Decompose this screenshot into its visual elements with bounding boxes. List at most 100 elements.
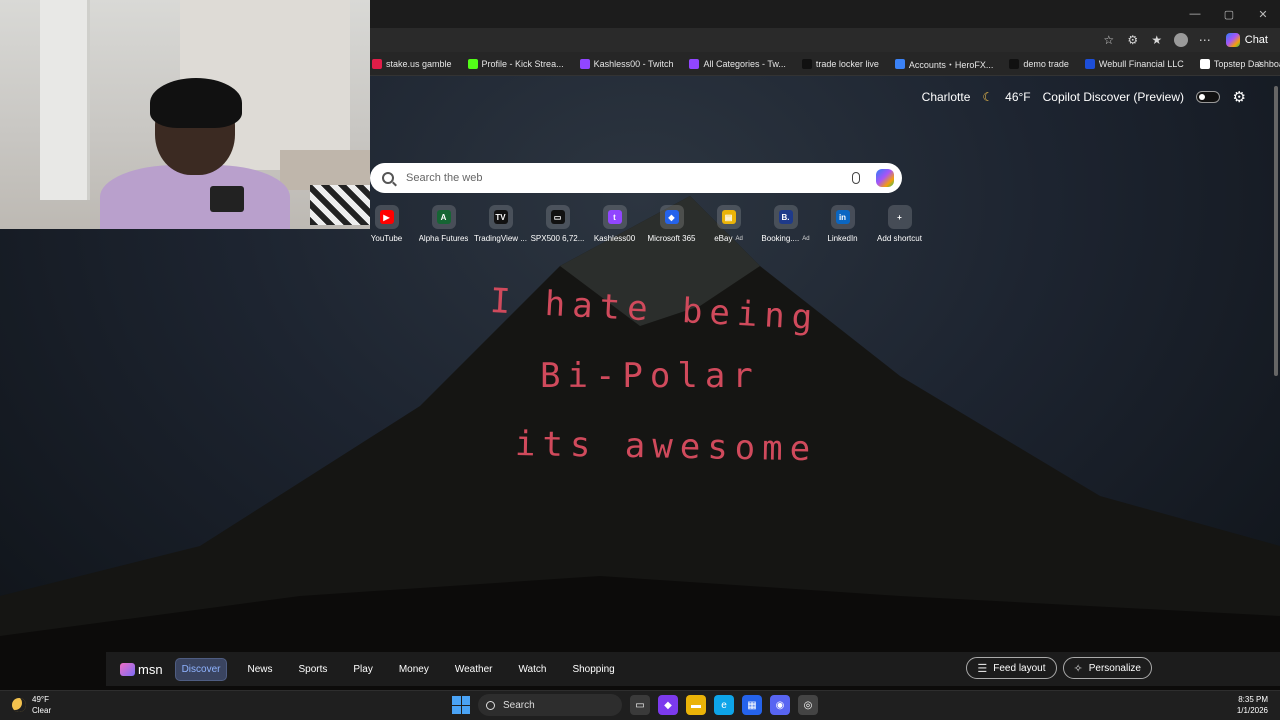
quick-link-favicon-icon: ▭ bbox=[550, 210, 565, 224]
feed-layout-button[interactable]: ☰ Feed layout bbox=[966, 657, 1057, 679]
taskbar-clock[interactable]: 8:35 PM 1/1/2026 bbox=[1237, 694, 1268, 716]
bookmark-label: demo trade bbox=[1023, 59, 1069, 69]
extensions-icon[interactable]: ⚙ bbox=[1126, 33, 1140, 47]
bookmark-item[interactable]: demo trade bbox=[1009, 59, 1069, 69]
taskbar-app-discord-icon[interactable]: ◉ bbox=[770, 695, 790, 715]
clock-time: 8:35 PM bbox=[1238, 695, 1268, 704]
bookmark-item[interactable]: stake.us gamble bbox=[372, 59, 452, 69]
handwriting-line: Bi-Polar bbox=[540, 356, 760, 396]
taskbar-app-copilot-icon[interactable]: ◆ bbox=[658, 695, 678, 715]
webcam-phone bbox=[210, 186, 244, 212]
quick-link-icon-tile: t bbox=[602, 205, 627, 229]
taskbar-app-store-icon[interactable]: ▦ bbox=[742, 695, 762, 715]
msn-nav-item[interactable]: Money bbox=[393, 659, 435, 680]
msn-nav-item[interactable]: Weather bbox=[449, 659, 499, 680]
quick-link-label: eBay bbox=[714, 234, 733, 243]
taskbar-app-chrome-icon[interactable]: ◎ bbox=[798, 695, 818, 715]
quick-link-tile[interactable]: A Alpha Futures bbox=[415, 205, 472, 243]
msn-nav-item[interactable]: Watch bbox=[512, 659, 552, 680]
moon-icon: ☾ bbox=[982, 90, 994, 104]
quick-link-icon-tile: ▤ bbox=[716, 205, 741, 229]
quick-link-favicon-icon: A bbox=[436, 210, 451, 224]
bookmark-favicon-icon bbox=[894, 59, 905, 69]
start-button[interactable] bbox=[452, 696, 470, 714]
taskbar-app-task-view-icon[interactable]: ▭ bbox=[630, 695, 650, 715]
msn-nav-item[interactable]: News bbox=[241, 659, 278, 680]
chat-label: Chat bbox=[1244, 34, 1268, 46]
quick-link-tile[interactable]: in LinkedIn bbox=[814, 205, 871, 243]
quick-link-label: TradingView ... bbox=[474, 234, 527, 243]
quick-link-tile[interactable]: t Kashless00 bbox=[586, 205, 643, 243]
more-options-icon[interactable]: ⋯ bbox=[1198, 33, 1212, 47]
quick-link-favicon-icon: TV bbox=[493, 210, 508, 224]
bookmark-item[interactable]: Kashless00 - Twitch bbox=[579, 59, 673, 69]
msn-logo[interactable]: msn bbox=[120, 662, 163, 677]
moon-icon bbox=[12, 698, 26, 712]
weather-widget[interactable]: Charlotte ☾ 46°F Copilot Discover (Previ… bbox=[922, 90, 1220, 104]
quick-link-label: SPX500 6,72... bbox=[530, 234, 585, 243]
favorites-icon[interactable]: ★ bbox=[1150, 33, 1164, 47]
bookmark-item[interactable]: Profile - Kick Strea... bbox=[467, 59, 564, 69]
personalize-button[interactable]: ✧ Personalize bbox=[1062, 657, 1152, 679]
quick-link-icon-tile: ▶ bbox=[374, 205, 399, 229]
quick-link-tile[interactable]: ▭ SPX500 6,72... bbox=[529, 205, 586, 243]
close-button[interactable]: ✕ bbox=[1246, 0, 1280, 28]
msn-nav-item[interactable]: Discover bbox=[174, 657, 228, 681]
ad-badge: Ad bbox=[802, 235, 810, 242]
webcam-shelf bbox=[280, 150, 370, 190]
profile-avatar-icon[interactable] bbox=[1173, 33, 1188, 47]
quick-link-label: Add shortcut bbox=[877, 234, 922, 243]
browser-toolbar: ☆ ⚙ ★ ⋯ Chat bbox=[1102, 28, 1272, 52]
quick-link-icon-tile: ▭ bbox=[545, 205, 570, 229]
webcam-blanket bbox=[310, 185, 370, 225]
bookmark-label: Webull Financial LLC bbox=[1098, 59, 1184, 69]
quick-link-tile[interactable]: ▤ eBay Ad bbox=[700, 205, 757, 243]
taskbar-weather-condition: Clear bbox=[32, 706, 52, 715]
quick-link-tile[interactable]: ◆ Microsoft 365 bbox=[643, 205, 700, 243]
minimize-button[interactable]: — bbox=[1178, 0, 1212, 28]
bookmarks-more-icon[interactable]: › bbox=[1258, 56, 1262, 70]
page-scrollbar[interactable] bbox=[1274, 86, 1278, 376]
msn-nav-item[interactable]: Sports bbox=[292, 659, 333, 680]
taskbar-weather[interactable]: 49°F Clear bbox=[12, 694, 51, 716]
maximize-button[interactable]: ▢ bbox=[1212, 0, 1246, 28]
bookmark-item[interactable]: trade locker live bbox=[801, 59, 879, 69]
bookmark-favicon-icon bbox=[579, 59, 590, 69]
quick-link-icon-tile: B. bbox=[773, 205, 798, 229]
quick-link-label: Microsoft 365 bbox=[647, 234, 696, 243]
msn-logo-text: msn bbox=[138, 661, 163, 677]
msn-nav-item[interactable]: Play bbox=[347, 659, 378, 680]
search-input[interactable]: Search the web bbox=[406, 172, 852, 184]
clock-date: 1/1/2026 bbox=[1236, 706, 1268, 715]
bookmark-item[interactable]: All Categories - Tw... bbox=[689, 59, 786, 69]
page-settings-gear-icon[interactable]: ⚙ bbox=[1233, 88, 1246, 106]
taskbar-app-file-explorer-icon[interactable]: ▬ bbox=[686, 695, 706, 715]
web-search-box[interactable]: Search the web bbox=[370, 163, 902, 193]
bookmark-label: trade locker live bbox=[815, 59, 879, 69]
copilot-discover-toggle[interactable] bbox=[1196, 91, 1220, 103]
webcam-window-blinds bbox=[40, 0, 90, 200]
taskbar-app-edge-icon[interactable]: e bbox=[714, 695, 734, 715]
microphone-icon[interactable] bbox=[852, 172, 860, 184]
quick-link-icon-tile: TV bbox=[488, 205, 513, 229]
quick-link-tile[interactable]: + Add shortcut bbox=[871, 205, 928, 243]
quick-link-icon-tile: ◆ bbox=[659, 205, 684, 229]
favorite-star-icon[interactable]: ☆ bbox=[1102, 33, 1116, 47]
ad-badge: Ad bbox=[735, 235, 743, 242]
webcam-person-hair bbox=[150, 78, 242, 128]
quick-link-icon-tile: A bbox=[431, 205, 456, 229]
bookmark-favicon-icon bbox=[467, 59, 478, 69]
msn-nav-item[interactable]: Shopping bbox=[566, 659, 620, 680]
copilot-search-icon[interactable] bbox=[876, 169, 894, 187]
quick-link-label: Booking.... bbox=[761, 234, 800, 243]
quick-link-favicon-icon: B. bbox=[778, 210, 793, 224]
bookmark-favicon-icon bbox=[372, 59, 382, 69]
quick-link-tile[interactable]: B. Booking.... Ad bbox=[757, 205, 814, 243]
bookmark-item[interactable]: Webull Financial LLC bbox=[1084, 59, 1184, 69]
bookmark-item[interactable]: Accounts・HeroFX... bbox=[894, 58, 993, 71]
taskbar-search[interactable]: Search bbox=[478, 694, 622, 716]
bookmark-item[interactable]: Topstep Dashboard bbox=[1199, 59, 1280, 69]
chat-button[interactable]: Chat bbox=[1222, 33, 1272, 47]
personalize-label: Personalize bbox=[1088, 662, 1141, 674]
quick-link-tile[interactable]: TV TradingView ... bbox=[472, 205, 529, 243]
